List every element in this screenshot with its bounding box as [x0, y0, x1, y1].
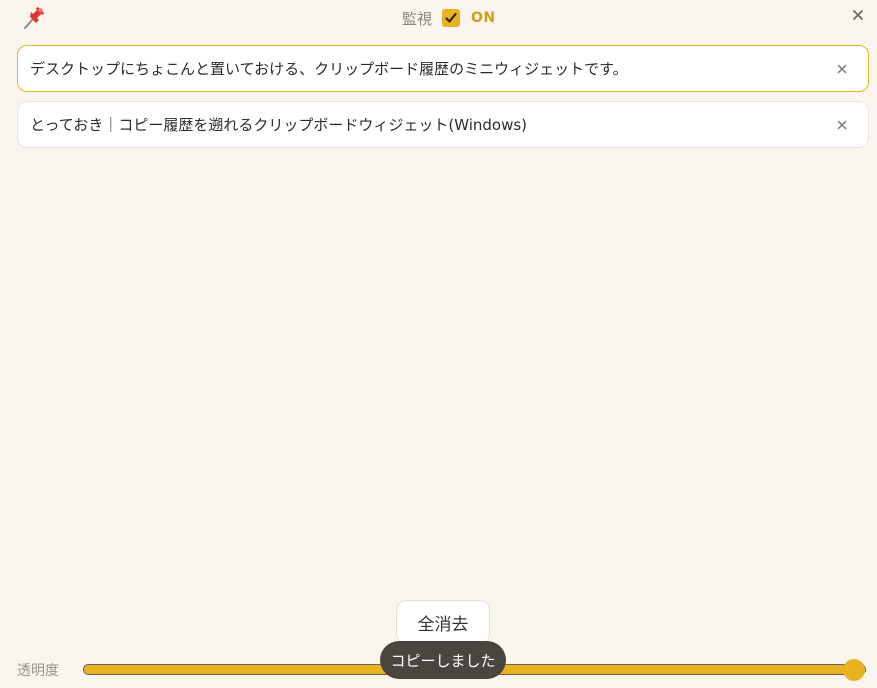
monitor-toggle: 監視 ON — [402, 6, 496, 30]
clipboard-widget-window: 監視 ON デスクトップにちょこんと置いておける、クリップボード履歴のミニウィジ… — [0, 0, 877, 688]
checkmark-icon — [445, 12, 457, 23]
opacity-slider-thumb[interactable] — [843, 659, 865, 681]
monitor-checkbox[interactable] — [442, 9, 461, 27]
clear-all-button[interactable]: 全消去 — [396, 600, 490, 644]
remove-item-icon[interactable] — [834, 117, 850, 133]
remove-item-icon[interactable] — [834, 61, 850, 77]
close-icon[interactable] — [849, 6, 867, 24]
history-list: デスクトップにちょこんと置いておける、クリップボード履歴のミニウィジェットです。… — [17, 45, 869, 157]
pushpin-icon[interactable] — [22, 5, 48, 31]
copied-toast: コピーしました — [380, 641, 506, 679]
opacity-label: 透明度 — [17, 663, 59, 679]
history-item[interactable]: デスクトップにちょこんと置いておける、クリップボード履歴のミニウィジェットです。 — [17, 45, 869, 92]
monitor-status-label: ON — [471, 10, 496, 26]
history-item-text: デスクトップにちょこんと置いておける、クリップボード履歴のミニウィジェットです。 — [30, 60, 628, 78]
history-item-text: とっておき｜コピー履歴を遡れるクリップボードウィジェット(Windows) — [30, 116, 528, 134]
monitor-label: 監視 — [402, 9, 433, 28]
history-item[interactable]: とっておき｜コピー履歴を遡れるクリップボードウィジェット(Windows) — [17, 101, 869, 148]
